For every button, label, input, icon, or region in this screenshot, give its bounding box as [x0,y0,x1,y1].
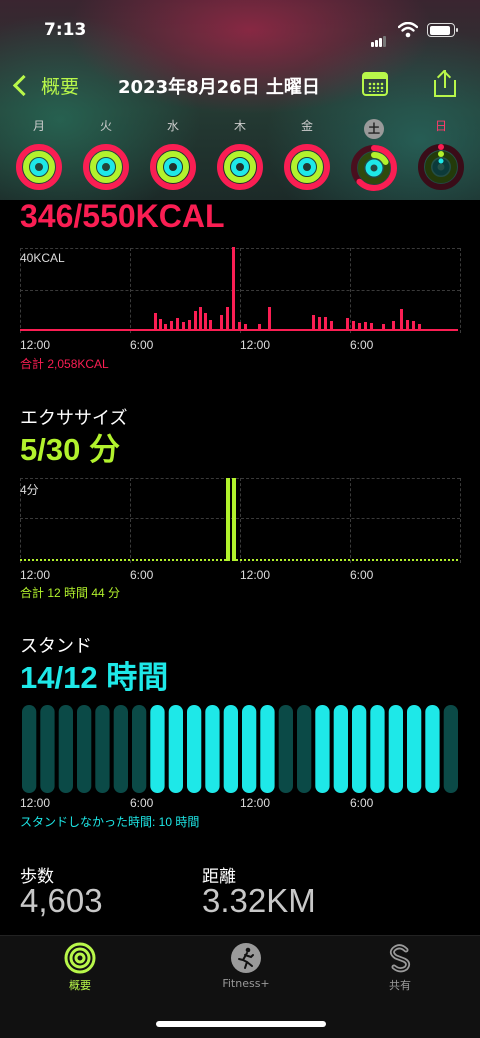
exercise-x-label: 12:00 [240,568,271,582]
day-label: 水 [166,119,179,133]
stand-value: 14/12 時間 [20,660,169,695]
move-x-label: 6:00 [350,338,374,352]
stand-hour-bar-inactive [95,705,110,793]
stand-hour-bar-inactive [443,705,458,793]
share-button[interactable] [432,69,458,98]
stand-hour-bar-inactive [278,705,293,793]
day-wednesday[interactable]: 水 [145,118,201,190]
back-label: 概要 [41,76,80,98]
stand-hour-bar-inactive [297,705,312,793]
status-bar: 7:13 [0,18,480,47]
move-x-label: 12:00 [20,338,51,352]
stand-x-label: 6:00 [130,796,154,810]
tab-label: Fitness+ [222,977,270,990]
steps-value: 4,603 [20,882,103,919]
stand-hour-bar-active [388,705,403,793]
move-total: 合計 2,058KCAL [20,357,109,371]
stand-hour-bar-inactive [40,705,55,793]
activity-ring-icon [217,144,263,190]
distance-value: 3.32KM [202,882,316,919]
move-value: 346/550KCAL [20,198,225,234]
stand-hour-bar-inactive [22,705,37,793]
stand-hour-bar-active [223,705,238,793]
home-indicator [156,1021,326,1027]
stand-hour-bar-active [205,705,220,793]
stand-hour-bar-active [352,705,367,793]
stand-x-label: 12:00 [240,796,271,810]
status-time: 7:13 [44,20,87,40]
day-label-selected: 土 [364,119,384,139]
calendar-icon [364,74,386,79]
day-tuesday[interactable]: 火 [78,118,134,190]
day-label: 火 [99,119,112,133]
tab-summary[interactable]: 概要 [20,942,140,993]
stand-x-label: 12:00 [20,796,51,810]
tab-label: 概要 [69,979,91,992]
stand-summary: スタンドしなかった時間: 10 時間 [20,815,200,829]
stand-hour-bar-active [333,705,348,793]
cellular-signal-icon [371,28,387,47]
activity-ring-icon [150,144,196,190]
day-label: 日 [434,119,447,133]
stand-hour-bar-active [407,705,422,793]
tab-sharing[interactable]: 共有 [340,942,460,993]
navigation-bar: 概要 2023年8月26日 土曜日 [0,68,480,104]
activity-ring-icon [16,144,62,190]
day-friday[interactable]: 金 [279,118,335,190]
week-strip: 月 火 水 木 金 土 日 [0,118,480,198]
move-x-label: 6:00 [130,338,154,352]
stand-hour-bar-inactive [77,705,92,793]
day-label: 金 [300,119,313,133]
stand-hour-bar-active [150,705,165,793]
stand-hour-bar-active [187,705,202,793]
move-bars [20,247,458,331]
stand-hour-bar-active [168,705,183,793]
activity-ring-icon [284,144,330,190]
wifi-icon [398,22,418,38]
exercise-x-label: 12:00 [20,568,51,582]
stand-hour-bar-active [315,705,330,793]
tab-fitness-plus[interactable]: Fitness+ [186,942,306,990]
chevron-left-icon [12,74,35,97]
stand-x-label: 6:00 [350,796,374,810]
activity-ring-icon [418,144,464,190]
stand-hour-bar-active [242,705,257,793]
day-thursday[interactable]: 木 [212,118,268,190]
calendar-button[interactable] [362,72,388,96]
exercise-total: 合計 12 時間 44 分 [20,586,121,600]
exercise-x-label: 6:00 [350,568,374,582]
day-monday[interactable]: 月 [11,118,67,190]
activity-ring-icon [351,145,397,191]
stand-hour-bar-inactive [132,705,147,793]
stand-hour-bar-inactive [58,705,73,793]
exercise-x-label: 6:00 [130,568,154,582]
stand-hour-bar-inactive [113,705,128,793]
tab-label: 共有 [389,979,411,992]
stand-hour-bar-active [260,705,275,793]
activity-ring-icon [83,144,129,190]
move-x-label: 12:00 [240,338,271,352]
back-button[interactable]: 概要 [10,72,79,99]
activity-rings-icon [64,942,96,974]
running-figure-icon [231,943,261,973]
stand-hour-bar-active [370,705,385,793]
sharing-s-icon [389,944,411,973]
exercise-bars [20,478,458,561]
page-title: 2023年8月26日 土曜日 [118,77,320,98]
stand-hour-bar-active [425,705,440,793]
battery-icon [427,23,458,37]
day-label: 月 [32,119,45,133]
stand-bars [22,705,458,793]
day-sunday[interactable]: 日 [413,118,469,194]
exercise-value: 5/30 分 [20,432,120,467]
day-label: 木 [233,119,246,133]
day-saturday[interactable]: 土 [346,118,402,195]
